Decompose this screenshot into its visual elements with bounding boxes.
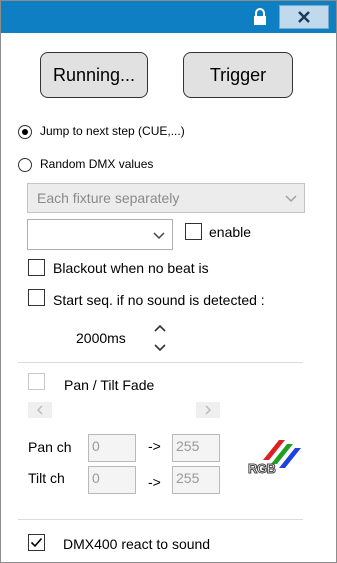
chevron-up-icon xyxy=(154,324,166,332)
enable-checkbox[interactable] xyxy=(185,223,202,240)
pan-channel-label: Pan ch xyxy=(28,439,72,455)
lock-icon xyxy=(254,8,266,25)
chevron-right-icon xyxy=(205,405,212,415)
timeout-up-button[interactable] xyxy=(150,321,170,335)
chevron-down-icon xyxy=(154,344,166,352)
timeout-down-button[interactable] xyxy=(150,341,170,355)
fixture-mode-select[interactable]: Each fixture separately xyxy=(27,183,305,213)
blackout-checkbox[interactable] xyxy=(28,259,45,276)
pan-tilt-fade-checkbox[interactable] xyxy=(28,373,45,390)
timeout-value: 2000ms xyxy=(76,330,126,346)
slider-right-button[interactable] xyxy=(196,402,220,418)
start-seq-label: Start seq. if no sound is detected : xyxy=(53,292,265,308)
checkmark-icon xyxy=(30,537,43,548)
random-dmx-label: Random DMX values xyxy=(40,157,154,171)
trigger-button[interactable]: Trigger xyxy=(183,52,293,98)
random-dmx-radio[interactable] xyxy=(18,158,32,172)
pan-from-field[interactable]: 0 xyxy=(88,434,136,462)
tilt-arrow-text: -> xyxy=(148,474,161,490)
lock-button[interactable] xyxy=(243,5,277,29)
title-bar xyxy=(1,1,336,33)
rgb-logo: RGB xyxy=(245,436,301,480)
step-select[interactable] xyxy=(27,219,173,250)
enable-label: enable xyxy=(209,224,252,240)
pan-tilt-fade-label: Pan / Tilt Fade xyxy=(64,377,155,393)
fixture-mode-value: Each fixture separately xyxy=(37,190,180,206)
pan-arrow-text: -> xyxy=(148,438,161,454)
divider xyxy=(18,519,303,520)
close-icon xyxy=(298,11,310,23)
slider-left-button[interactable] xyxy=(28,402,52,418)
chevron-left-icon xyxy=(36,405,43,415)
jump-next-step-label: Jump to next step (CUE,...) xyxy=(40,124,185,138)
running-button[interactable]: Running... xyxy=(40,52,148,98)
dmx400-react-checkbox[interactable] xyxy=(28,534,45,551)
close-button[interactable] xyxy=(279,5,329,29)
tilt-to-field[interactable]: 255 xyxy=(172,466,220,494)
start-seq-checkbox[interactable] xyxy=(28,289,45,306)
pan-to-field[interactable]: 255 xyxy=(172,434,220,462)
tilt-from-field[interactable]: 0 xyxy=(88,466,136,494)
chevron-down-icon xyxy=(153,232,165,240)
tilt-channel-label: Tilt ch xyxy=(28,470,65,486)
rgb-logo-text: RGB xyxy=(247,461,276,477)
chevron-down-icon xyxy=(285,195,297,203)
divider xyxy=(18,362,303,363)
blackout-label: Blackout when no beat is xyxy=(53,260,209,276)
dmx400-react-label: DMX400 react to sound xyxy=(63,536,211,552)
jump-next-step-radio[interactable] xyxy=(18,125,32,139)
